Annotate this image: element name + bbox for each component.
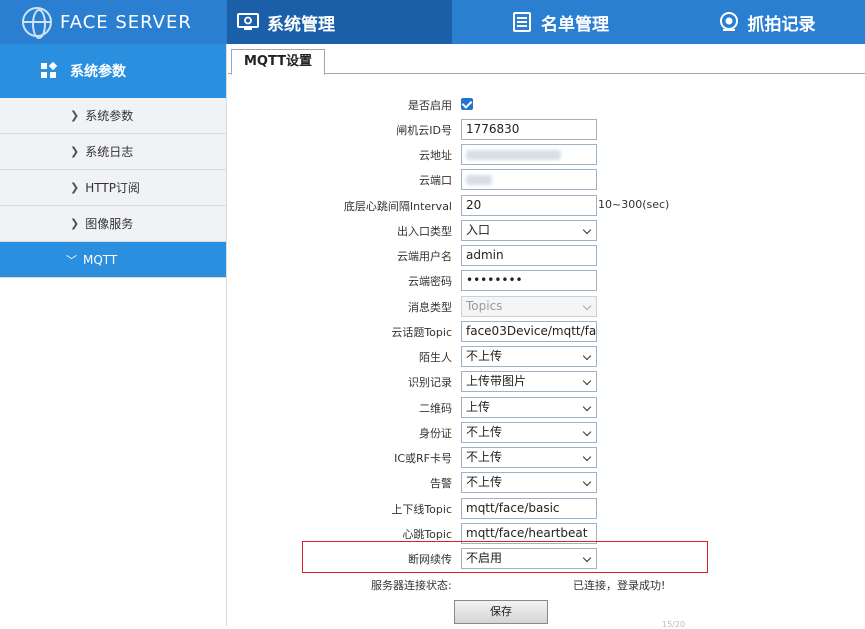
cloud-port-label: 云端口: [419, 174, 452, 187]
sidebar-item-label: HTTP订阅: [85, 181, 140, 195]
tab-bar: MQTT设置: [228, 44, 865, 75]
highlight-box: [302, 541, 708, 573]
msg-type-select: Topics: [461, 296, 597, 317]
online-topic-input[interactable]: mqtt/face/basic: [461, 498, 597, 519]
id-card-label: 身份证: [419, 427, 452, 440]
nav-list-label: 名单管理: [541, 14, 609, 35]
monitor-settings-icon: [237, 13, 259, 30]
cloud-password-input[interactable]: ••••••••: [461, 270, 597, 291]
enable-checkbox[interactable]: [461, 98, 473, 110]
gate-id-input[interactable]: 1776830: [461, 119, 597, 140]
sidebar-header[interactable]: 系统参数: [0, 44, 226, 98]
row-gate-id: 闸机云ID号 1776830: [228, 119, 865, 141]
page-indicator: 15/20: [662, 620, 686, 629]
sidebar-item-label: 系统参数: [85, 109, 134, 123]
row-stranger: 陌生人 不上传: [228, 346, 865, 368]
nav-system-management[interactable]: 系统管理: [227, 0, 452, 44]
cloud-topic-input[interactable]: face03Device/mqtt/face/: [461, 321, 597, 342]
save-button[interactable]: 保存: [454, 600, 548, 624]
nav-snapshot-records[interactable]: 抓拍记录: [668, 0, 865, 44]
globe-icon: [22, 7, 52, 39]
qrcode-select[interactable]: 上传: [461, 397, 597, 418]
cloud-addr-input[interactable]: [461, 144, 597, 165]
cloud-port-input[interactable]: [461, 169, 597, 190]
top-bar: FACE SERVER 系统管理 名单管理 抓拍记录: [0, 0, 865, 44]
stranger-label: 陌生人: [419, 351, 452, 364]
chevron-right-icon: ❯: [70, 217, 80, 230]
alarm-label: 告警: [430, 477, 452, 490]
row-online-topic: 上下线Topic mqtt/face/basic: [228, 498, 865, 520]
id-card-select[interactable]: 不上传: [461, 422, 597, 443]
row-qrcode: 二维码 上传: [228, 397, 865, 419]
row-id-card: 身份证 不上传: [228, 422, 865, 444]
row-cloud-user: 云端用户名 admin: [228, 245, 865, 267]
cloud-password-label: 云端密码: [408, 275, 452, 288]
sidebar-item-system-log[interactable]: ❯ 系统日志: [0, 134, 226, 170]
chevron-right-icon: ❯: [70, 145, 80, 158]
entry-type-select[interactable]: 入口: [461, 220, 597, 241]
sidebar-header-label: 系统参数: [70, 64, 126, 80]
cloud-topic-label: 云话题Topic: [391, 326, 452, 339]
row-cloud-password: 云端密码 ••••••••: [228, 270, 865, 292]
sidebar-item-label: 系统日志: [85, 145, 134, 159]
list-icon: [513, 12, 531, 32]
ic-rf-label: IC或RF卡号: [394, 452, 452, 465]
row-cloud-addr: 云地址: [228, 144, 865, 166]
qrcode-label: 二维码: [419, 402, 452, 415]
heartbeat-interval-hint: 10~300(sec): [598, 198, 670, 211]
nav-snapshot-label: 抓拍记录: [747, 14, 816, 35]
row-alarm: 告警 不上传: [228, 472, 865, 494]
ic-rf-select[interactable]: 不上传: [461, 447, 597, 468]
sidebar-item-image-service[interactable]: ❯ 图像服务: [0, 206, 226, 242]
row-heartbeat-interval: 底层心跳间隔Interval 20 10~300(sec): [228, 195, 865, 217]
connection-status-value: 已连接，登录成功!: [573, 579, 666, 592]
redacted-value: [466, 150, 561, 160]
alarm-select[interactable]: 不上传: [461, 472, 597, 493]
recognition-label: 识别记录: [408, 376, 452, 389]
cloud-addr-label: 云地址: [419, 149, 452, 162]
chevron-right-icon: ❯: [70, 109, 80, 122]
camera-icon: [719, 12, 738, 31]
recognition-select[interactable]: 上传带图片: [461, 371, 597, 392]
grid-icon: [41, 62, 58, 78]
entry-type-label: 出入口类型: [397, 225, 452, 238]
sidebar: 系统参数 ❯ 系统参数 ❯ 系统日志 ❯ HTTP订阅 ❯ 图像服务 ﹀ MQT…: [0, 44, 227, 626]
row-ic-rf: IC或RF卡号 不上传: [228, 447, 865, 469]
row-enable: 是否启用: [228, 94, 865, 116]
heartbeat-interval-input[interactable]: 20: [461, 195, 597, 216]
nav-list-management[interactable]: 名单管理: [452, 0, 668, 44]
connection-status-label: 服务器连接状态:: [371, 579, 452, 592]
row-msg-type: 消息类型 Topics: [228, 296, 865, 318]
gate-id-label: 闸机云ID号: [396, 124, 452, 137]
row-entry-type: 出入口类型 入口: [228, 220, 865, 242]
sidebar-item-http-subscribe[interactable]: ❯ HTTP订阅: [0, 170, 226, 206]
heartbeat-topic-label: 心跳Topic: [402, 528, 452, 541]
redacted-value: [466, 175, 492, 185]
cloud-user-label: 云端用户名: [397, 250, 452, 263]
msg-type-label: 消息类型: [408, 301, 452, 314]
sidebar-item-mqtt[interactable]: ﹀ MQTT: [0, 242, 226, 278]
row-cloud-topic: 云话题Topic face03Device/mqtt/face/: [228, 321, 865, 343]
logo: FACE SERVER: [0, 0, 227, 44]
tab-mqtt-settings[interactable]: MQTT设置: [231, 49, 326, 75]
enable-label: 是否启用: [408, 99, 452, 112]
sidebar-item-label: MQTT: [83, 252, 118, 267]
stranger-select[interactable]: 不上传: [461, 346, 597, 367]
heartbeat-interval-label: 底层心跳间隔Interval: [343, 200, 452, 213]
sidebar-item-system-params[interactable]: ❯ 系统参数: [0, 98, 226, 134]
logo-text: FACE SERVER: [60, 11, 192, 33]
chevron-down-icon: ﹀: [66, 253, 77, 267]
row-cloud-port: 云端口: [228, 169, 865, 191]
row-recognition: 识别记录 上传带图片: [228, 371, 865, 393]
cloud-user-input[interactable]: admin: [461, 245, 597, 266]
online-topic-label: 上下线Topic: [391, 503, 452, 516]
chevron-right-icon: ❯: [70, 181, 80, 194]
nav-system-label: 系统管理: [267, 14, 335, 35]
sidebar-item-label: 图像服务: [85, 217, 134, 231]
